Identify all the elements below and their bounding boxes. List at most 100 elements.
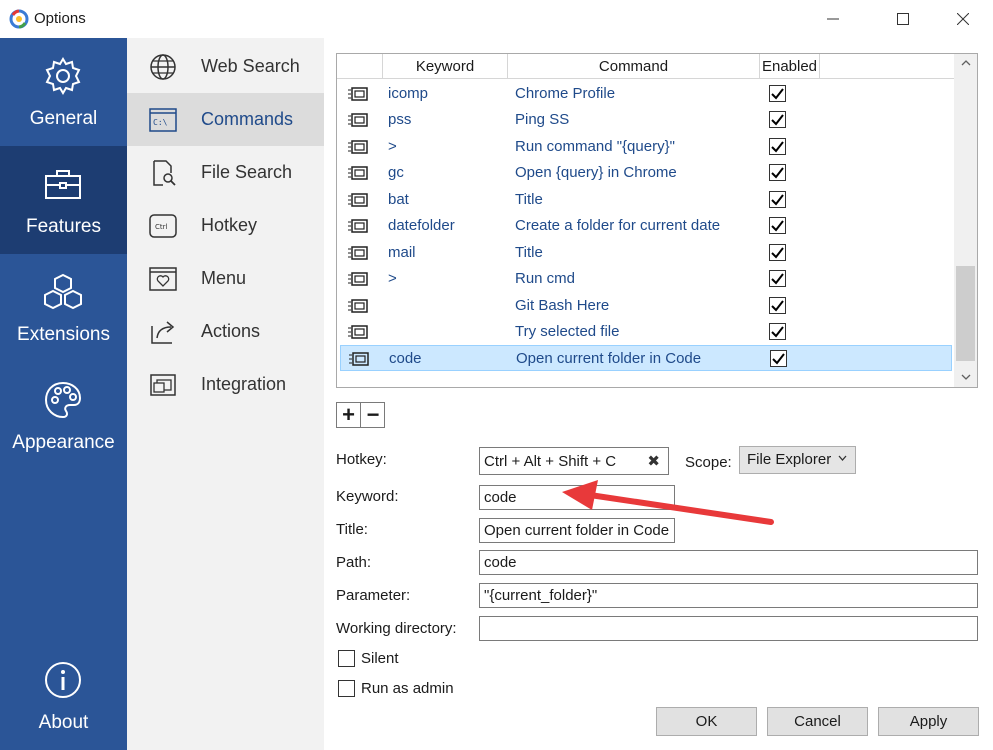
row-enabled-checkbox[interactable] [769,111,786,128]
commands-table[interactable]: Keyword Command Enabled icomp Chrome Pro… [336,53,978,388]
subnav-file-search[interactable]: File Search [127,146,324,199]
checkmark-icon [771,167,784,179]
subnav-web-search[interactable]: Web Search [127,40,324,93]
scope-label: Scope: [685,454,732,471]
palette-icon [44,381,82,419]
header-command[interactable]: Command [508,54,760,79]
scroll-down-button[interactable] [954,368,977,386]
header-enabled[interactable]: Enabled [760,54,820,79]
row-enabled-checkbox[interactable] [769,217,786,234]
maximize-button[interactable] [880,0,926,38]
row-enabled-checkbox[interactable] [769,191,786,208]
parameter-input[interactable]: "{current_folder}" [479,583,978,608]
working-directory-input[interactable] [479,616,978,641]
chevron-down-icon [838,452,847,464]
close-icon [957,13,969,25]
subnav-integration[interactable]: Integration [127,358,324,411]
apply-button[interactable]: Apply [878,707,979,736]
checkmark-icon [771,247,784,259]
row-keyword: gc [388,164,404,181]
features-subnav: Web Search C:\ Commands File Search Ctrl… [127,38,324,750]
keyword-label: Keyword: [336,488,399,505]
keyword-input[interactable]: code [479,485,675,510]
app-logo-icon [9,9,29,29]
nav-appearance[interactable]: Appearance [0,362,127,470]
subnav-commands[interactable]: C:\ Commands [127,93,324,146]
nav-general[interactable]: General [0,38,127,146]
header-keyword[interactable]: Keyword [383,54,508,79]
row-enabled-checkbox[interactable] [769,270,786,287]
command-row-icon [348,193,368,207]
checkmark-icon [771,273,784,285]
row-enabled-checkbox[interactable] [769,164,786,181]
header-icon-column [337,54,383,79]
row-enabled-checkbox[interactable] [769,244,786,261]
cancel-button[interactable]: Cancel [767,707,868,736]
subnav-hotkey[interactable]: Ctrl Hotkey [127,199,324,252]
row-enabled-checkbox[interactable] [770,350,787,367]
chevron-down-icon [961,374,970,380]
row-enabled-checkbox[interactable] [769,138,786,155]
table-row[interactable]: Git Bash Here [340,293,952,319]
title-input[interactable]: Open current folder in Code [479,518,675,543]
window-title: Options [34,10,86,27]
table-row[interactable]: pss Ping SS [340,107,952,133]
path-input[interactable]: code [479,550,978,575]
hotkey-field[interactable]: Ctrl + Alt + Shift + C ✖ [479,447,669,475]
subnav-file-search-label: File Search [201,162,293,182]
row-keyword: icomp [388,85,429,102]
scope-dropdown[interactable]: File Explorer [739,446,856,474]
svg-text:Ctrl: Ctrl [155,223,168,231]
title-label: Title: [336,521,368,538]
table-row[interactable]: bat Title [340,187,952,213]
row-command: Try selected file [515,323,620,340]
row-command: Title [515,191,543,208]
scope-value: File Explorer [747,451,832,468]
command-row-icon [348,299,368,313]
row-keyword: code [389,350,422,367]
table-row[interactable]: icomp Chrome Profile [340,81,952,107]
minimize-button[interactable] [810,0,856,38]
clear-hotkey-button[interactable]: ✖ [647,452,660,470]
table-row[interactable]: datefolder Create a folder for current d… [340,213,952,239]
row-enabled-checkbox[interactable] [769,297,786,314]
chevron-up-icon [961,60,970,66]
add-command-button[interactable]: + [337,402,361,427]
nav-features[interactable]: Features [0,146,127,254]
subnav-actions[interactable]: Actions [127,305,324,358]
row-keyword: pss [388,111,412,128]
table-row[interactable]: > Run command "{query}" [340,134,952,160]
command-row-icon [348,325,368,339]
run-as-admin-label: Run as admin [361,680,454,697]
checkmark-icon [771,141,784,153]
scroll-up-button[interactable] [954,54,977,72]
row-enabled-checkbox[interactable] [769,323,786,340]
scrollbar-thumb[interactable] [956,266,975,361]
subnav-actions-label: Actions [201,321,261,341]
path-label: Path: [336,554,372,571]
table-row[interactable]: Try selected file [340,319,952,345]
silent-checkbox[interactable] [338,650,355,667]
command-row-icon [348,140,368,154]
close-button[interactable] [940,0,986,38]
row-command: Title [515,244,543,261]
command-row-icon [348,166,368,180]
row-command: Ping SS [515,111,570,128]
run-as-admin-checkbox[interactable] [338,680,355,697]
subnav-menu[interactable]: Menu [127,252,324,305]
row-enabled-checkbox[interactable] [769,85,786,102]
nav-about[interactable]: About [0,642,127,750]
table-row[interactable]: gc Open {query} in Chrome [340,160,952,186]
table-scrollbar[interactable] [954,54,977,387]
ok-button[interactable]: OK [656,707,757,736]
table-row-selected[interactable]: code Open current folder in Code [340,345,952,371]
remove-command-button[interactable]: − [361,402,385,427]
table-row[interactable]: > Run cmd [340,266,952,292]
nav-appearance-label: Appearance [12,432,115,453]
command-row-icon [348,246,368,260]
row-keyword: > [388,138,397,155]
gear-icon [45,57,81,95]
table-row[interactable]: mail Title [340,240,952,266]
nav-extensions[interactable]: Extensions [0,254,127,362]
title-bar: Options [0,0,993,38]
